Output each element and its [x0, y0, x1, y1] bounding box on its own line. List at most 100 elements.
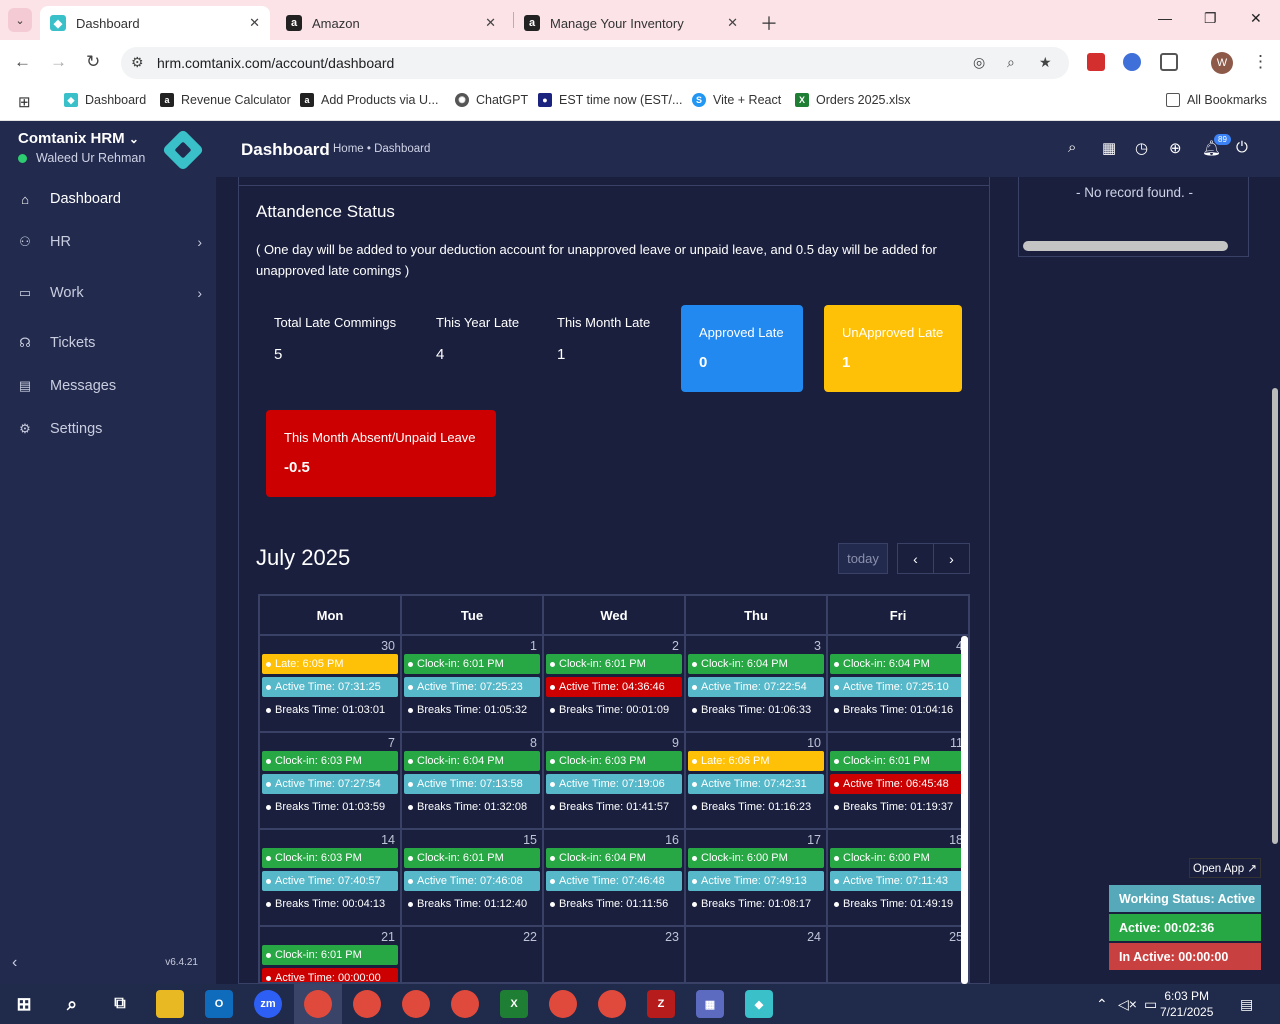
- calendar-day-cell[interactable]: 18 Clock-in: 6:00 PM Active Time: 07:11:43…: [828, 830, 968, 927]
- calendar-day-cell[interactable]: 14 Clock-in: 6:03 PM Active Time: 07:40:57…: [260, 830, 402, 927]
- calendar-day-cell[interactable]: 7 Clock-in: 6:03 PM Active Time: 07:27:54 B…: [260, 733, 402, 830]
- calendar-event[interactable]: Clock-in: 6:00 PM: [688, 848, 824, 868]
- calendar-event[interactable]: Breaks Time: 00:01:09: [546, 700, 682, 720]
- pdf-extension-icon[interactable]: [1087, 53, 1105, 71]
- calendar-event[interactable]: Active Time: 04:36:46: [546, 677, 682, 697]
- calendar-event[interactable]: Active Time: 07:19:06: [546, 774, 682, 794]
- tab-dashboard[interactable]: ◆ Dashboard ✕: [40, 6, 270, 40]
- bookmark-dashboard[interactable]: ◆ Dashboard: [64, 93, 146, 107]
- approved-late-box[interactable]: Approved Late 0: [681, 305, 803, 392]
- unapproved-late-box[interactable]: UnApproved Late 1: [824, 305, 962, 392]
- calendar-event[interactable]: Breaks Time: 01:12:40: [404, 894, 540, 914]
- calendar-day-cell[interactable]: 16 Clock-in: 6:04 PM Active Time: 07:46:48…: [544, 830, 686, 927]
- calendar-day-cell[interactable]: 2 Clock-in: 6:01 PM Active Time: 04:36:46 B…: [544, 636, 686, 733]
- back-button[interactable]: ←: [14, 52, 31, 72]
- calendar-day-cell[interactable]: 17 Clock-in: 6:00 PM Active Time: 07:49:13…: [686, 830, 828, 927]
- bookmark-chatgpt[interactable]: ✺ ChatGPT: [455, 93, 528, 107]
- calendar-event[interactable]: Clock-in: 6:03 PM: [262, 848, 398, 868]
- calendar-event[interactable]: Active Time: 07:27:54: [262, 774, 398, 794]
- calendar-event[interactable]: Breaks Time: 00:04:13: [262, 894, 398, 914]
- bookmark-vite-react[interactable]: S Vite + React: [692, 93, 781, 107]
- puzzle-icon[interactable]: [1160, 53, 1178, 71]
- page-scrollbar[interactable]: [1272, 388, 1278, 844]
- org-switcher[interactable]: Comtanix HRM ⌄: [18, 130, 139, 147]
- sidebar-item-dashboard[interactable]: ⌂ Dashboard: [0, 179, 216, 219]
- tab-manage-inventory[interactable]: a Manage Your Inventory ✕: [514, 6, 748, 40]
- bookmark-revenue-calculator[interactable]: a Revenue Calculator: [160, 93, 291, 107]
- bookmark-orders[interactable]: X Orders 2025.xlsx: [795, 93, 910, 107]
- calendar-day-cell[interactable]: 24: [686, 927, 828, 982]
- chrome-icon[interactable]: [598, 990, 626, 1018]
- prev-month-button[interactable]: ‹: [897, 543, 934, 574]
- zoom-icon[interactable]: zm: [254, 990, 282, 1018]
- task-view-icon[interactable]: ⧉: [106, 990, 134, 1018]
- calendar-day-cell[interactable]: 21 Clock-in: 6:01 PM Active Time: 00:00:00: [260, 927, 402, 982]
- chrome-icon[interactable]: [304, 990, 332, 1018]
- calendar-day-cell[interactable]: 3 Clock-in: 6:04 PM Active Time: 07:22:54 B…: [686, 636, 828, 733]
- system-clock[interactable]: 6:03 PM 7/21/2025: [1160, 988, 1213, 1020]
- collapse-sidebar-icon[interactable]: ‹: [12, 954, 17, 972]
- new-tab-button[interactable]: ＋: [760, 10, 778, 36]
- calendar-event[interactable]: Active Time: 00:00:00: [262, 968, 398, 982]
- calendar-event[interactable]: Breaks Time: 01:19:37: [830, 797, 966, 817]
- plus-circle-icon[interactable]: ⊕: [1169, 139, 1182, 157]
- search-icon[interactable]: ⌕: [1068, 139, 1076, 156]
- calendar-event[interactable]: Clock-in: 6:01 PM: [546, 654, 682, 674]
- calendar-event[interactable]: Clock-in: 6:00 PM: [830, 848, 966, 868]
- calendar-day-cell[interactable]: 9 Clock-in: 6:03 PM Active Time: 07:19:06 B…: [544, 733, 686, 830]
- windows-start-icon[interactable]: ⊞: [10, 990, 38, 1018]
- notes-icon[interactable]: ▦: [1102, 139, 1116, 157]
- calendar-event[interactable]: Active Time: 07:49:13: [688, 871, 824, 891]
- today-button[interactable]: today: [838, 543, 888, 574]
- calendar-event[interactable]: Clock-in: 6:03 PM: [262, 751, 398, 771]
- menu-icon[interactable]: ⋮: [1252, 52, 1269, 72]
- calendar-day-cell[interactable]: 10 Late: 6:06 PM Active Time: 07:42:31 Brea…: [686, 733, 828, 830]
- bookmark-add-products[interactable]: a Add Products via U...: [300, 93, 438, 107]
- calendar-scrollbar[interactable]: [961, 636, 968, 984]
- sidebar-item-hr[interactable]: ⚇ HR ›: [0, 222, 216, 262]
- apps-grid-icon[interactable]: ⊞: [18, 93, 31, 111]
- chrome-icon[interactable]: [451, 990, 479, 1018]
- horizontal-scrollbar[interactable]: [1023, 241, 1228, 251]
- calendar-event[interactable]: Breaks Time: 01:05:32: [404, 700, 540, 720]
- reload-button[interactable]: ↻: [86, 52, 100, 72]
- calendar-event[interactable]: Active Time: 07:46:48: [546, 871, 682, 891]
- calendar-day-cell[interactable]: 15 Clock-in: 6:01 PM Active Time: 07:46:08…: [402, 830, 544, 927]
- close-icon[interactable]: ✕: [485, 15, 496, 31]
- calendar-event[interactable]: Clock-in: 6:04 PM: [688, 654, 824, 674]
- profile-avatar[interactable]: W: [1211, 52, 1233, 74]
- network-icon[interactable]: ▭: [1144, 996, 1157, 1013]
- calendar-event[interactable]: Breaks Time: 01:16:23: [688, 797, 824, 817]
- sidebar-item-tickets[interactable]: ☊ Tickets: [0, 323, 216, 363]
- speaker-muted-icon[interactable]: ◁×: [1118, 996, 1137, 1013]
- calendar-event[interactable]: Late: 6:06 PM: [688, 751, 824, 771]
- chrome-icon[interactable]: [402, 990, 430, 1018]
- calendar-event[interactable]: Active Time: 07:42:31: [688, 774, 824, 794]
- calendar-day-cell[interactable]: 4 Clock-in: 6:04 PM Active Time: 07:25:10 B…: [828, 636, 968, 733]
- calendar-day-cell[interactable]: 22: [402, 927, 544, 982]
- tab-search-button[interactable]: ⌄: [8, 8, 32, 32]
- close-icon[interactable]: ✕: [727, 15, 738, 31]
- next-month-button[interactable]: ›: [933, 543, 970, 574]
- excel-icon[interactable]: X: [500, 990, 528, 1018]
- calendar-event[interactable]: Clock-in: 6:04 PM: [830, 654, 966, 674]
- calendar-event[interactable]: Clock-in: 6:01 PM: [830, 751, 966, 771]
- extension-icon[interactable]: [1123, 53, 1141, 71]
- calendar-event[interactable]: Active Time: 07:13:58: [404, 774, 540, 794]
- restore-button[interactable]: ❐: [1204, 10, 1217, 27]
- calendar-event[interactable]: Breaks Time: 01:03:01: [262, 700, 398, 720]
- chrome-icon[interactable]: [353, 990, 381, 1018]
- calendar-event[interactable]: Clock-in: 6:01 PM: [262, 945, 398, 965]
- filezilla-icon[interactable]: Z: [647, 990, 675, 1018]
- site-settings-icon[interactable]: ⚙: [131, 54, 144, 71]
- calendar-day-cell[interactable]: 30 Late: 6:05 PM Active Time: 07:31:25 Brea…: [260, 636, 402, 733]
- chevron-up-icon[interactable]: ⌃: [1096, 996, 1108, 1013]
- calendar-event[interactable]: Breaks Time: 01:11:56: [546, 894, 682, 914]
- open-app-button[interactable]: Open App ↗: [1189, 858, 1261, 878]
- calendar-event[interactable]: Breaks Time: 01:04:16: [830, 700, 966, 720]
- calendar-event[interactable]: Clock-in: 6:01 PM: [404, 654, 540, 674]
- tab-amazon[interactable]: a Amazon ✕: [276, 6, 506, 40]
- calendar-event[interactable]: Active Time: 07:25:10: [830, 677, 966, 697]
- sidebar-item-settings[interactable]: ⚙ Settings: [0, 409, 216, 449]
- calendar-event[interactable]: Late: 6:05 PM: [262, 654, 398, 674]
